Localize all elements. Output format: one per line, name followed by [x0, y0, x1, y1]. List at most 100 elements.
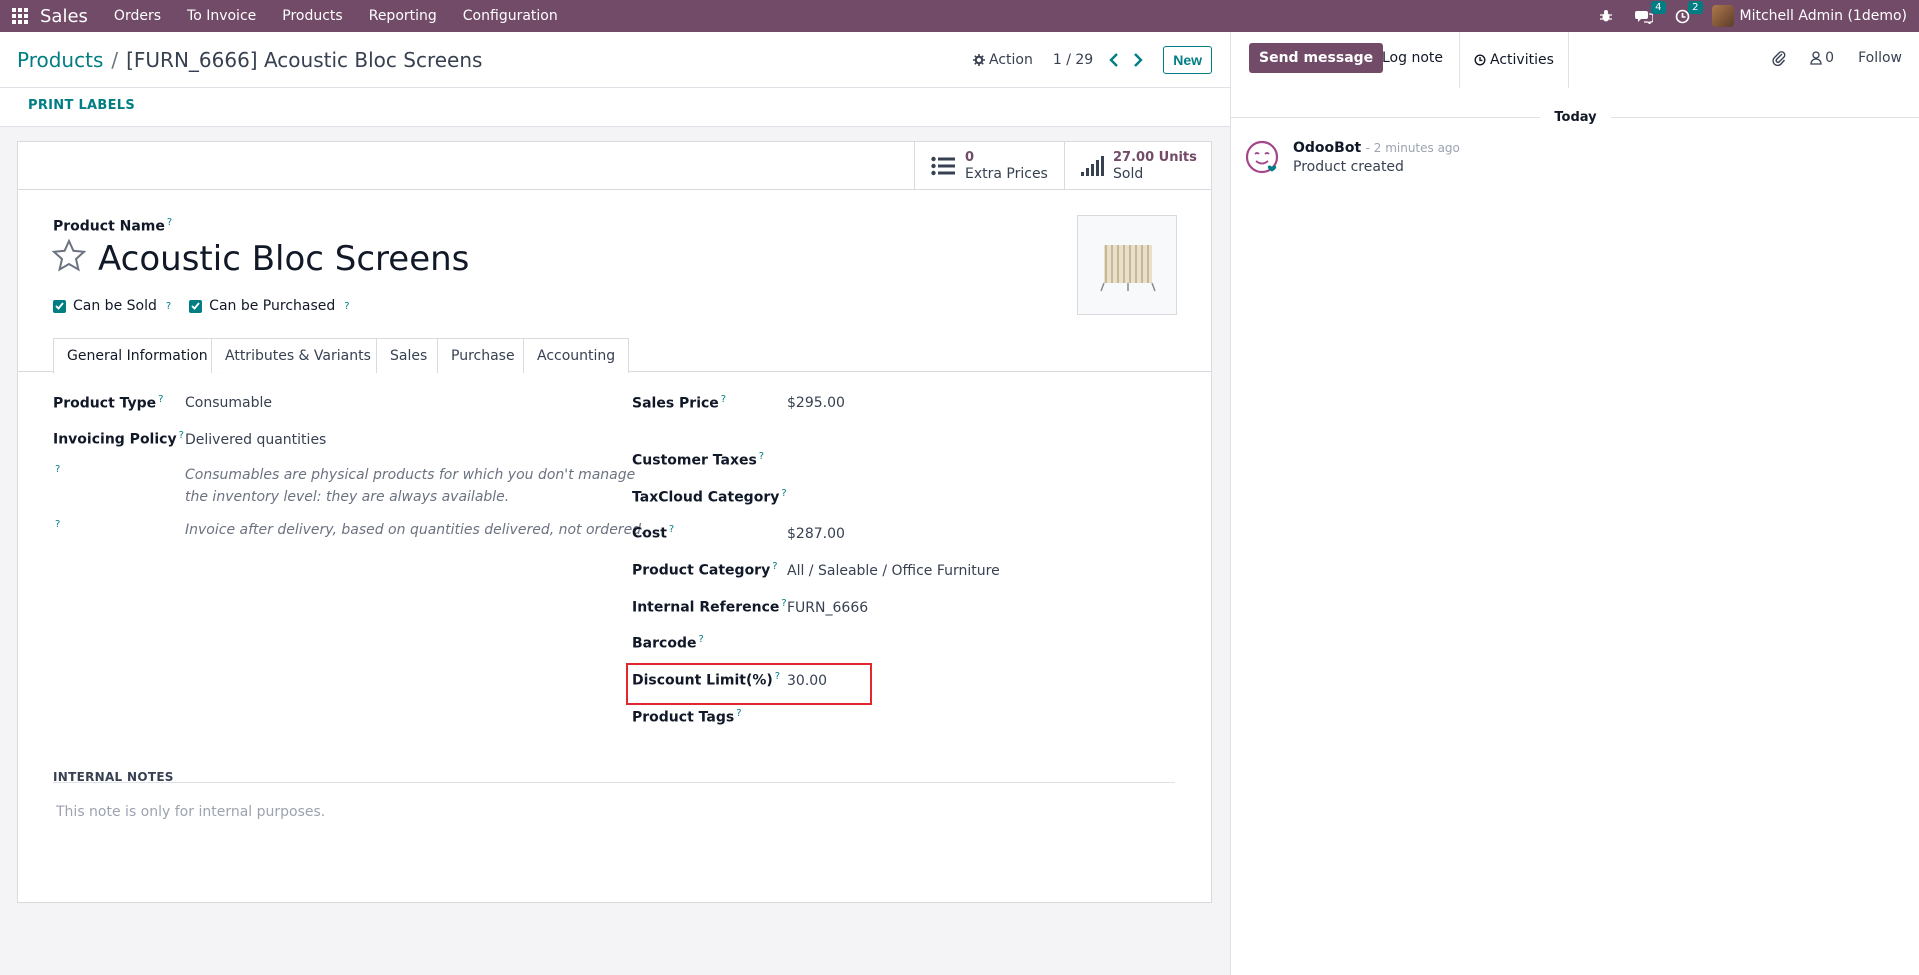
internal-reference-label: Internal Reference? [632, 598, 787, 616]
cost-value[interactable]: $287.00 [787, 526, 845, 542]
product-name-label: Product Name? [53, 217, 173, 235]
help-icon[interactable]: ? [721, 394, 726, 405]
help-icon[interactable]: ? [166, 301, 171, 312]
top-navbar: Sales Orders To Invoice Products Reporti… [0, 0, 1919, 32]
menu-reporting[interactable]: Reporting [369, 8, 437, 24]
pager-next-icon[interactable] [1133, 52, 1143, 67]
internal-notes-divider [53, 782, 1175, 783]
action-button[interactable]: Action [973, 52, 1033, 68]
activities-button[interactable]: Activities [1459, 32, 1569, 88]
screen-furniture-image [1100, 245, 1156, 292]
send-message-button[interactable]: Send message [1249, 43, 1384, 73]
can-be-sold-checkbox[interactable]: Can be Sold? [53, 298, 171, 314]
messages-badge: 4 [1651, 0, 1666, 14]
form-sheet: 0 Extra Prices 27.00 Units Sold Product … [17, 141, 1212, 903]
pager-prev-icon[interactable] [1109, 52, 1119, 67]
menu-products[interactable]: Products [282, 8, 342, 24]
followers-button[interactable]: 0 [1810, 50, 1834, 66]
invoicing-policy-label: Invoicing Policy? [53, 430, 184, 448]
pager-value[interactable]: 1 / 29 [1053, 52, 1093, 68]
product-type-label: Product Type? [53, 394, 164, 412]
checkbox-checked-icon [53, 299, 66, 313]
tab-sales[interactable]: Sales [376, 338, 442, 373]
product-category-value[interactable]: All / Saleable / Office Furniture [787, 563, 1000, 579]
message-author[interactable]: OdooBot [1293, 140, 1361, 156]
apps-menu-icon[interactable] [0, 0, 40, 32]
tab-attributes-variants[interactable]: Attributes & Variants [211, 338, 385, 373]
button-box: 0 Extra Prices 27.00 Units Sold [18, 142, 1211, 190]
extra-prices-label: Extra Prices [965, 166, 1048, 182]
user-icon [1810, 51, 1822, 65]
help-icon[interactable]: ? [775, 671, 780, 682]
control-panel: Products / [FURN_6666] Acoustic Bloc Scr… [0, 32, 1230, 88]
product-image[interactable] [1077, 215, 1177, 315]
menu-configuration[interactable]: Configuration [463, 8, 558, 24]
invoicing-policy-hint: Invoice after delivery, based on quantit… [185, 522, 646, 538]
product-type-hint: Consumables are physical products for wh… [185, 467, 636, 505]
menu-to-invoice[interactable]: To Invoice [187, 8, 256, 24]
gear-icon [973, 53, 985, 66]
user-menu[interactable]: Mitchell Admin (1demo) [1711, 5, 1907, 27]
taxcloud-category-label: TaxCloud Category? [632, 488, 787, 506]
tab-accounting[interactable]: Accounting [523, 338, 630, 373]
paperclip-icon[interactable] [1772, 50, 1786, 66]
tab-purchase[interactable]: Purchase [437, 338, 529, 373]
help-icon[interactable]: ? [669, 524, 674, 535]
extra-prices-button[interactable]: 0 Extra Prices [914, 142, 1064, 190]
message-timestamp: - 2 minutes ago [1365, 141, 1460, 155]
internal-notes-field[interactable]: This note is only for internal purposes. [56, 804, 325, 820]
product-tags-label: Product Tags? [632, 708, 742, 726]
units-sold-button[interactable]: 27.00 Units Sold [1064, 142, 1211, 190]
help-icon[interactable]: ? [698, 634, 703, 645]
barcode-label: Barcode? [632, 634, 704, 652]
status-bar: PRINT LABELS [0, 88, 1230, 127]
date-separator: Today [1231, 110, 1919, 125]
activities-badge: 2 [1688, 0, 1703, 14]
messages-icon[interactable]: 4 [1634, 0, 1666, 24]
bug-icon[interactable] [1599, 9, 1613, 23]
product-name-field[interactable]: Acoustic Bloc Screens [98, 239, 469, 279]
chatter-message: OdooBot - 2 minutes ago Product created [1245, 140, 1460, 176]
help-icon[interactable]: ? [55, 464, 60, 475]
follow-button[interactable]: Follow [1858, 50, 1902, 66]
new-button[interactable]: New [1163, 45, 1212, 74]
log-note-button[interactable]: Log note [1382, 50, 1443, 66]
can-be-purchased-checkbox[interactable]: Can be Purchased? [189, 298, 350, 314]
sales-price-value[interactable]: $295.00 [787, 395, 845, 411]
clock-icon [1474, 54, 1486, 66]
checkbox-checked-icon [189, 299, 203, 313]
print-labels-button[interactable]: PRINT LABELS [28, 98, 135, 113]
internal-reference-value[interactable]: FURN_6666 [787, 600, 868, 616]
can-be-sold-label: Can be Sold [73, 298, 157, 314]
cost-label: Cost? [632, 524, 675, 542]
help-icon[interactable]: ? [759, 451, 764, 462]
chatter-panel: Send message Log note Activities 0 Follo… [1230, 32, 1919, 975]
date-separator-label: Today [1554, 110, 1597, 125]
breadcrumb-products-link[interactable]: Products [17, 48, 103, 72]
sales-price-label: Sales Price? [632, 394, 727, 412]
activities-clock-icon[interactable]: 2 [1675, 0, 1703, 24]
product-category-label: Product Category? [632, 561, 778, 579]
help-icon[interactable]: ? [179, 430, 184, 441]
extra-prices-value: 0 [965, 150, 975, 165]
tab-general-information[interactable]: General Information [53, 338, 222, 374]
help-icon[interactable]: ? [772, 561, 777, 572]
help-icon[interactable]: ? [781, 488, 786, 499]
product-type-value[interactable]: Consumable [185, 395, 272, 411]
help-icon[interactable]: ? [158, 394, 163, 405]
help-icon[interactable]: ? [781, 598, 786, 609]
list-icon [931, 156, 955, 176]
odoobot-avatar-icon [1245, 140, 1279, 174]
discount-limit-value[interactable]: 30.00 [787, 673, 827, 689]
help-icon[interactable]: ? [167, 217, 172, 228]
favorite-star-icon[interactable] [52, 239, 86, 272]
help-icon[interactable]: ? [344, 301, 349, 312]
help-icon[interactable]: ? [736, 708, 741, 719]
app-brand[interactable]: Sales [40, 6, 88, 27]
invoicing-policy-value[interactable]: Delivered quantities [185, 432, 326, 448]
menu-orders[interactable]: Orders [114, 8, 161, 24]
followers-count: 0 [1825, 50, 1835, 66]
chatter-topbar: Send message Log note Activities 0 Follo… [1231, 32, 1919, 88]
help-icon[interactable]: ? [55, 519, 60, 530]
activities-label: Activities [1490, 52, 1554, 68]
